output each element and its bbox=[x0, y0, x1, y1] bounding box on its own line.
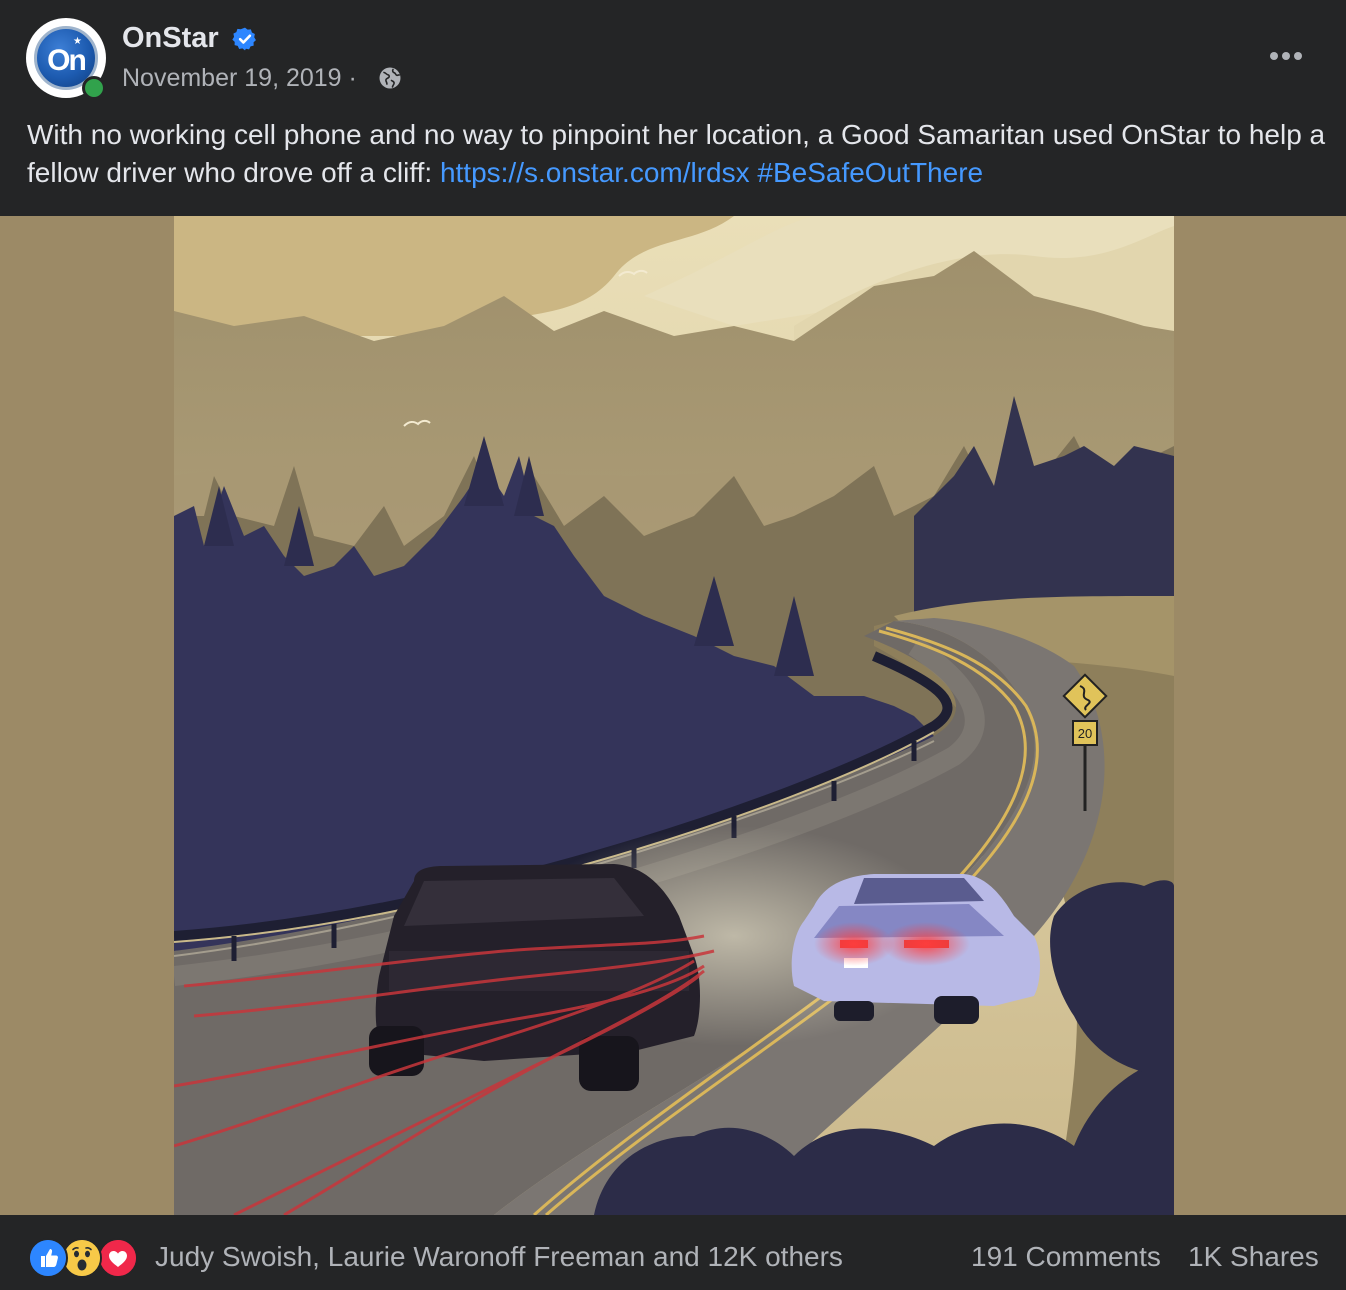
meta-separator: · bbox=[348, 64, 357, 92]
post-header: On ★ OnStar November 19, 2019 · bbox=[0, 0, 1346, 110]
facebook-post: On ★ OnStar November 19, 2019 · With no … bbox=[0, 0, 1346, 1290]
road-sign-speed: 20 bbox=[1078, 726, 1092, 741]
post-image-container: 20 bbox=[0, 216, 1346, 1215]
online-status-dot bbox=[82, 76, 106, 100]
message-link[interactable]: https://s.onstar.com/lrdsx bbox=[440, 157, 750, 188]
wow-icon bbox=[62, 1238, 102, 1278]
reaction-icons[interactable] bbox=[28, 1238, 144, 1278]
page-name[interactable]: OnStar bbox=[122, 22, 219, 55]
post-date[interactable]: November 19, 2019 bbox=[122, 64, 342, 92]
verified-badge-icon bbox=[232, 27, 256, 51]
like-icon bbox=[28, 1238, 68, 1278]
post-illustration[interactable]: 20 bbox=[174, 216, 1174, 1215]
message-hashtag[interactable]: #BeSafeOutThere bbox=[757, 157, 983, 188]
more-options-icon[interactable] bbox=[1262, 38, 1310, 74]
post-meta: November 19, 2019 · bbox=[122, 64, 357, 93]
star-icon: ★ bbox=[73, 36, 82, 47]
shares-count[interactable]: 1K Shares bbox=[1188, 1241, 1319, 1273]
comments-count[interactable]: 191 Comments bbox=[971, 1241, 1161, 1273]
avatar-text: On bbox=[47, 44, 87, 77]
post-message: With no working cell phone and no way to… bbox=[27, 116, 1327, 192]
post-footer: Judy Swoish, Laurie Waronoff Freeman and… bbox=[0, 1216, 1346, 1290]
reactors-summary[interactable]: Judy Swoish, Laurie Waronoff Freeman and… bbox=[155, 1241, 843, 1273]
love-icon bbox=[98, 1238, 138, 1278]
globe-icon[interactable] bbox=[378, 66, 402, 90]
